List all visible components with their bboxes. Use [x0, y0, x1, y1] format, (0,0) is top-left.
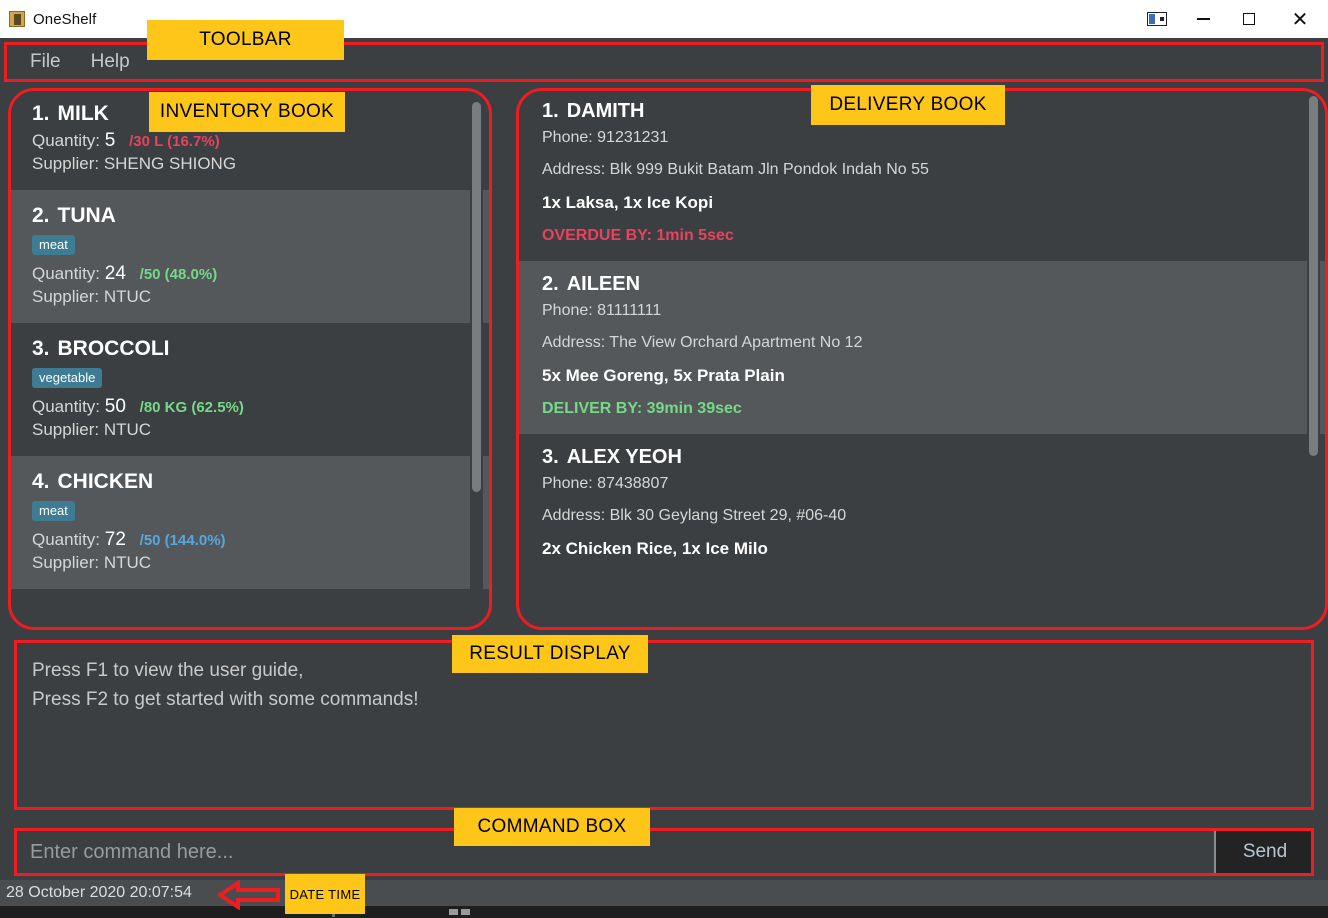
inventory-item-title: 3. BROCCOLI [32, 337, 474, 361]
quantity-ratio: /50 (48.0%) [139, 266, 218, 283]
inventory-item-name: MILK [57, 102, 109, 125]
inventory-item-supplier: Supplier: NTUC [32, 287, 152, 306]
delivery-item-phone: Phone: 91231231 [542, 129, 669, 146]
taskbar [0, 906, 1328, 918]
inventory-item-index: 2. [32, 204, 50, 227]
inventory-item-quantity-line: Quantity: 50 /80 KG (62.5%) [32, 396, 474, 418]
datetime-text: 28 October 2020 20:07:54 [6, 884, 192, 901]
delivery-item-status: OVERDUE BY: 1min 5sec [542, 227, 734, 244]
inventory-item[interactable]: 4. CHICKEN meat Quantity: 72 /50 (144.0%)… [8, 456, 492, 589]
delivery-item-address: Address: Blk 999 Bukit Batam Jln Pondok … [542, 161, 929, 178]
taskbar-mark [332, 908, 335, 917]
delivery-item[interactable]: 1. DAMITH Phone: 91231231 Address: Blk 99… [516, 88, 1328, 261]
quantity-ratio: /30 L (16.7%) [129, 133, 220, 150]
maximize-icon[interactable] [1226, 0, 1272, 38]
delivery-item-address: Address: Blk 30 Geylang Street 29, #06-4… [542, 507, 847, 524]
inventory-item-tag: meat [32, 235, 75, 255]
status-bar: 28 October 2020 20:07:54 [0, 880, 1328, 906]
quantity-label: Quantity: [32, 264, 101, 283]
delivery-item-title: 1. DAMITH [542, 100, 1310, 123]
delivery-item-index: 2. [542, 273, 559, 295]
panel-layout-icon[interactable] [1134, 0, 1180, 38]
inventory-item-supplier: Supplier: SHENG SHIONG [32, 154, 237, 173]
command-input[interactable] [14, 828, 1214, 876]
send-button[interactable]: Send [1214, 828, 1314, 876]
inventory-book-panel[interactable]: 1. MILK Quantity: 5 /30 L (16.7%) Supplie… [8, 88, 492, 630]
quantity-value: 24 [104, 263, 126, 284]
quantity-label: Quantity: [32, 530, 101, 549]
delivery-item-name: DAMITH [566, 100, 645, 122]
menu-item-help[interactable]: Help [81, 48, 140, 76]
inventory-item-quantity-line: Quantity: 5 /30 L (16.7%) [32, 130, 474, 152]
inventory-item-tag: vegetable [32, 368, 103, 388]
close-icon[interactable]: ✕ [1272, 0, 1328, 38]
result-line-1: Press F1 to view the user guide, [32, 660, 304, 681]
inventory-item[interactable]: 1. MILK Quantity: 5 /30 L (16.7%) Supplie… [8, 88, 492, 190]
inventory-item[interactable]: 2. TUNA meat Quantity: 24 /50 (48.0%) Sup… [8, 190, 492, 323]
window-title: OneShelf [33, 10, 97, 28]
taskbar-mark [461, 909, 470, 915]
delivery-item-title: 3. ALEX YEOH [542, 446, 1310, 469]
delivery-scrollbar-thumb[interactable] [1309, 96, 1318, 456]
quantity-value: 50 [104, 396, 126, 417]
window-controls: ✕ [1134, 0, 1328, 38]
result-line-2: Press F2 to get started with some comman… [32, 689, 419, 711]
result-display: Press F1 to view the user guide, Press F… [14, 640, 1314, 810]
delivery-book-panel[interactable]: 1. DAMITH Phone: 91231231 Address: Blk 99… [516, 88, 1328, 630]
inventory-item-tag: meat [32, 501, 75, 521]
inventory-item-index: 1. [32, 102, 50, 125]
inventory-item-name: TUNA [57, 204, 116, 227]
quantity-ratio: /80 KG (62.5%) [139, 399, 244, 416]
delivery-item-name: ALEX YEOH [566, 446, 682, 468]
delivery-item-address: Address: The View Orchard Apartment No 1… [542, 334, 863, 351]
delivery-item-phone: Phone: 81111111 [542, 302, 662, 319]
quantity-value: 5 [104, 130, 116, 151]
taskbar-mark [449, 909, 458, 915]
inventory-item[interactable]: 3. BROCCOLI vegetable Quantity: 50 /80 KG… [8, 323, 492, 456]
minimize-icon[interactable] [1180, 0, 1226, 38]
delivery-item-index: 1. [542, 100, 559, 122]
quantity-label: Quantity: [32, 131, 101, 150]
inventory-item-title: 1. MILK [32, 102, 474, 126]
title-bar: OneShelf ✕ [0, 0, 1328, 38]
quantity-ratio: /50 (144.0%) [139, 532, 226, 549]
application-window: OneShelf ✕ File Help 1. MILK Quantity: 5 … [0, 0, 1328, 918]
inventory-item-title: 4. CHICKEN [32, 470, 474, 494]
inventory-item-title: 2. TUNA [32, 204, 474, 228]
delivery-item-title: 2. AILEEN [542, 273, 1310, 296]
delivery-item[interactable]: 2. AILEEN Phone: 81111111 Address: The Vi… [516, 261, 1328, 434]
menu-bar: File Help [4, 42, 1324, 82]
inventory-item-supplier: Supplier: NTUC [32, 420, 152, 439]
delivery-scrollbar[interactable] [1307, 88, 1320, 630]
delivery-item[interactable]: 3. ALEX YEOH Phone: 87438807 Address: Blk… [516, 434, 1328, 587]
inventory-item-quantity-line: Quantity: 24 /50 (48.0%) [32, 263, 474, 285]
app-icon [9, 11, 25, 27]
delivery-item-order: 5x Mee Goreng, 5x Prata Plain [542, 366, 785, 385]
delivery-item-phone: Phone: 87438807 [542, 475, 669, 492]
inventory-item-name: BROCCOLI [57, 337, 170, 360]
inventory-scrollbar-thumb[interactable] [472, 102, 481, 492]
menu-item-file[interactable]: File [20, 48, 71, 76]
delivery-item-index: 3. [542, 446, 559, 468]
inventory-item-index: 3. [32, 337, 50, 360]
command-row: Send [14, 828, 1314, 876]
inventory-scrollbar[interactable] [470, 88, 483, 630]
delivery-item-name: AILEEN [566, 273, 641, 295]
quantity-label: Quantity: [32, 397, 101, 416]
inventory-item-supplier: Supplier: NTUC [32, 553, 152, 572]
delivery-item-order: 2x Chicken Rice, 1x Ice Milo [542, 539, 768, 558]
inventory-item-index: 4. [32, 470, 50, 493]
quantity-value: 72 [104, 529, 126, 550]
inventory-item-name: CHICKEN [57, 470, 154, 493]
inventory-item-quantity-line: Quantity: 72 /50 (144.0%) [32, 529, 474, 551]
delivery-item-status: DELIVER BY: 39min 39sec [542, 400, 742, 417]
delivery-item-order: 1x Laksa, 1x Ice Kopi [542, 193, 714, 212]
